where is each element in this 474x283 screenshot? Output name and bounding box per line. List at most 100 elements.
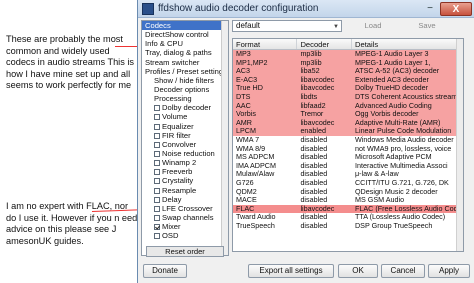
filter-checkbox[interactable] <box>154 233 160 240</box>
codec-row[interactable]: QDM2 disabled QDesign Music 2 decoder <box>233 188 463 197</box>
settings-tree[interactable]: Codecs DirectShow control Info & CPU Tray, … <box>141 20 229 256</box>
cell-decoder[interactable]: disabled <box>297 136 352 145</box>
sidebar-item[interactable]: Equalizer <box>142 122 228 131</box>
ok-button[interactable]: OK <box>338 264 378 278</box>
column-header-decoder[interactable]: Decoder <box>297 39 352 49</box>
cell-decoder[interactable]: disabled <box>297 222 352 231</box>
filter-checkbox[interactable] <box>154 150 160 157</box>
sidebar-item[interactable]: Delay <box>142 195 228 204</box>
sidebar-item[interactable]: Profiles / Preset settings <box>142 67 228 76</box>
codec-row[interactable]: MP3 mp3lib MPEG-1 Audio Layer 3 <box>233 50 463 59</box>
sidebar-item[interactable]: Tray, dialog & paths <box>142 48 228 57</box>
sidebar-item[interactable]: Winamp 2 <box>142 158 228 167</box>
filter-checkbox[interactable] <box>154 132 160 139</box>
filter-checkbox[interactable] <box>154 105 160 112</box>
sidebar-item[interactable]: Convolver <box>142 140 228 149</box>
cell-decoder[interactable]: libavcodec <box>297 76 352 85</box>
sidebar-item[interactable]: Noise reduction <box>142 149 228 158</box>
codec-row[interactable]: Tward Audio disabled TTA (Lossless Audio C… <box>233 213 463 222</box>
preset-save-button[interactable]: Save <box>402 20 452 32</box>
cell-decoder[interactable]: disabled <box>297 213 352 222</box>
filter-checkbox[interactable] <box>154 187 160 194</box>
sidebar-item[interactable]: Codecs <box>142 21 228 31</box>
sidebar-item[interactable]: Decoder options <box>142 85 228 94</box>
minimize-button[interactable]: − <box>422 2 438 16</box>
codec-row[interactable]: AMR libavcodec Adaptive Multi-Rate (AMR) <box>233 118 463 128</box>
cancel-button[interactable]: Cancel <box>381 264 425 278</box>
table-scrollbar[interactable] <box>456 39 463 251</box>
codec-row[interactable]: G726 disabled CCITT/ITU G.721, G.726, DK <box>233 179 463 188</box>
cell-decoder[interactable]: disabled <box>297 188 352 197</box>
sidebar-item[interactable]: Processing <box>142 94 228 103</box>
cell-decoder[interactable]: Tremor <box>297 110 352 119</box>
tree-scrollbar[interactable] <box>221 21 228 255</box>
codec-row[interactable]: WMA 7 disabled Windows Media Audio decoder <box>233 136 463 145</box>
filter-checkbox[interactable] <box>154 114 160 121</box>
codec-row[interactable]: True HD libavcodec Dolby TrueHD decoder <box>233 84 463 93</box>
sidebar-item[interactable]: Info & CPU <box>142 39 228 48</box>
sidebar-item[interactable]: FIR filter <box>142 131 228 140</box>
sidebar-item[interactable]: DirectShow control <box>142 30 228 39</box>
cell-decoder[interactable]: mp3lib <box>297 50 352 59</box>
cell-format: G726 <box>236 178 254 187</box>
cell-decoder[interactable]: liba52 <box>297 67 352 76</box>
filter-checkbox[interactable] <box>154 160 160 167</box>
filter-checkbox[interactable] <box>154 205 160 212</box>
cell-decoder[interactable]: disabled <box>297 170 352 179</box>
codec-row[interactable]: IMA ADPCM disabled Interactive Multimedia … <box>233 162 463 171</box>
filter-checkbox[interactable] <box>154 178 160 185</box>
codec-row[interactable]: AC3 liba52 ATSC A-52 (AC3) decoder <box>233 67 463 76</box>
preset-load-button[interactable]: Load <box>348 20 398 32</box>
sidebar-item[interactable]: Dolby decoder <box>142 103 228 112</box>
codec-row[interactable]: DTS libdts DTS Coherent Acoustics stream <box>233 92 463 102</box>
preset-dropdown[interactable]: default ▼ <box>232 20 342 32</box>
sidebar-item[interactable]: Volume <box>142 112 228 121</box>
sidebar-item[interactable]: Show / hide filters <box>142 76 228 85</box>
codec-row[interactable]: MP1,MP2 mp3lib MPEG-1 Audio Layer 1, <box>233 58 463 68</box>
cell-decoder[interactable]: libdts <box>297 93 352 102</box>
codec-row[interactable]: Mulaw/Alaw disabled μ-law & A-law <box>233 170 463 179</box>
cell-decoder[interactable]: libavcodec <box>297 119 352 128</box>
cell-decoder[interactable]: disabled <box>297 179 352 188</box>
cell-decoder[interactable]: enabled <box>297 127 352 136</box>
sidebar-item[interactable]: Stream switcher <box>142 58 228 67</box>
sidebar-item[interactable]: Crystality <box>142 176 228 185</box>
sidebar-item[interactable]: OSD <box>142 231 228 240</box>
cell-decoder[interactable]: libfaad2 <box>297 102 352 111</box>
reset-order-button[interactable]: Reset order <box>146 246 224 257</box>
filter-checkbox[interactable] <box>154 141 160 148</box>
sidebar-item[interactable]: Mixer <box>142 222 228 231</box>
column-header-format[interactable]: Format <box>233 39 298 49</box>
cell-details: not WMA9 pro, lossless, voice <box>354 144 452 153</box>
codec-row[interactable]: AAC libfaad2 Advanced Audio Coding <box>233 101 463 111</box>
codec-row[interactable]: LPCM enabled Linear Pulse Code Modulation <box>233 127 463 136</box>
codec-row[interactable]: Vorbis Tremor Ogg Vorbis decoder <box>233 110 463 119</box>
donate-button[interactable]: Donate <box>143 264 187 278</box>
filter-checkbox[interactable] <box>154 169 160 176</box>
codec-row[interactable]: FLAC libavcodec FLAC (Free Lossless Audio … <box>233 204 463 214</box>
sidebar-item[interactable]: Resample <box>142 186 228 195</box>
cell-decoder[interactable]: libavcodec <box>297 84 352 93</box>
cell-decoder[interactable]: disabled <box>297 162 352 171</box>
codec-row[interactable]: MS ADPCM disabled Microsoft Adaptive PCM <box>233 153 463 162</box>
cell-decoder[interactable]: disabled <box>297 196 352 205</box>
close-button[interactable]: X <box>440 2 472 16</box>
sidebar-item[interactable]: Swap channels <box>142 213 228 222</box>
filter-checkbox[interactable] <box>154 224 160 231</box>
cell-decoder[interactable]: disabled <box>297 153 352 162</box>
filter-checkbox[interactable] <box>154 196 160 203</box>
cell-decoder[interactable]: mp3lib <box>297 59 352 68</box>
cell-decoder[interactable]: libavcodec <box>297 205 352 214</box>
codec-row[interactable]: TrueSpeech disabled DSP Group TrueSpeech <box>233 222 463 231</box>
column-header-details[interactable]: Details <box>352 39 463 49</box>
codec-row[interactable]: WMA 8/9 disabled not WMA9 pro, lossless, v… <box>233 145 463 154</box>
sidebar-item[interactable]: Freeverb <box>142 167 228 176</box>
codec-row[interactable]: E-AC3 libavcodec Extended AC3 decoder <box>233 75 463 85</box>
cell-decoder[interactable]: disabled <box>297 145 352 154</box>
filter-checkbox[interactable] <box>154 123 160 130</box>
sidebar-item[interactable]: LFE Crossover <box>142 204 228 213</box>
apply-button[interactable]: Apply <box>428 264 470 278</box>
codec-row[interactable]: MACE disabled MS GSM Audio <box>233 196 463 205</box>
filter-checkbox[interactable] <box>154 214 160 221</box>
export-settings-button[interactable]: Export all settings <box>248 264 334 278</box>
